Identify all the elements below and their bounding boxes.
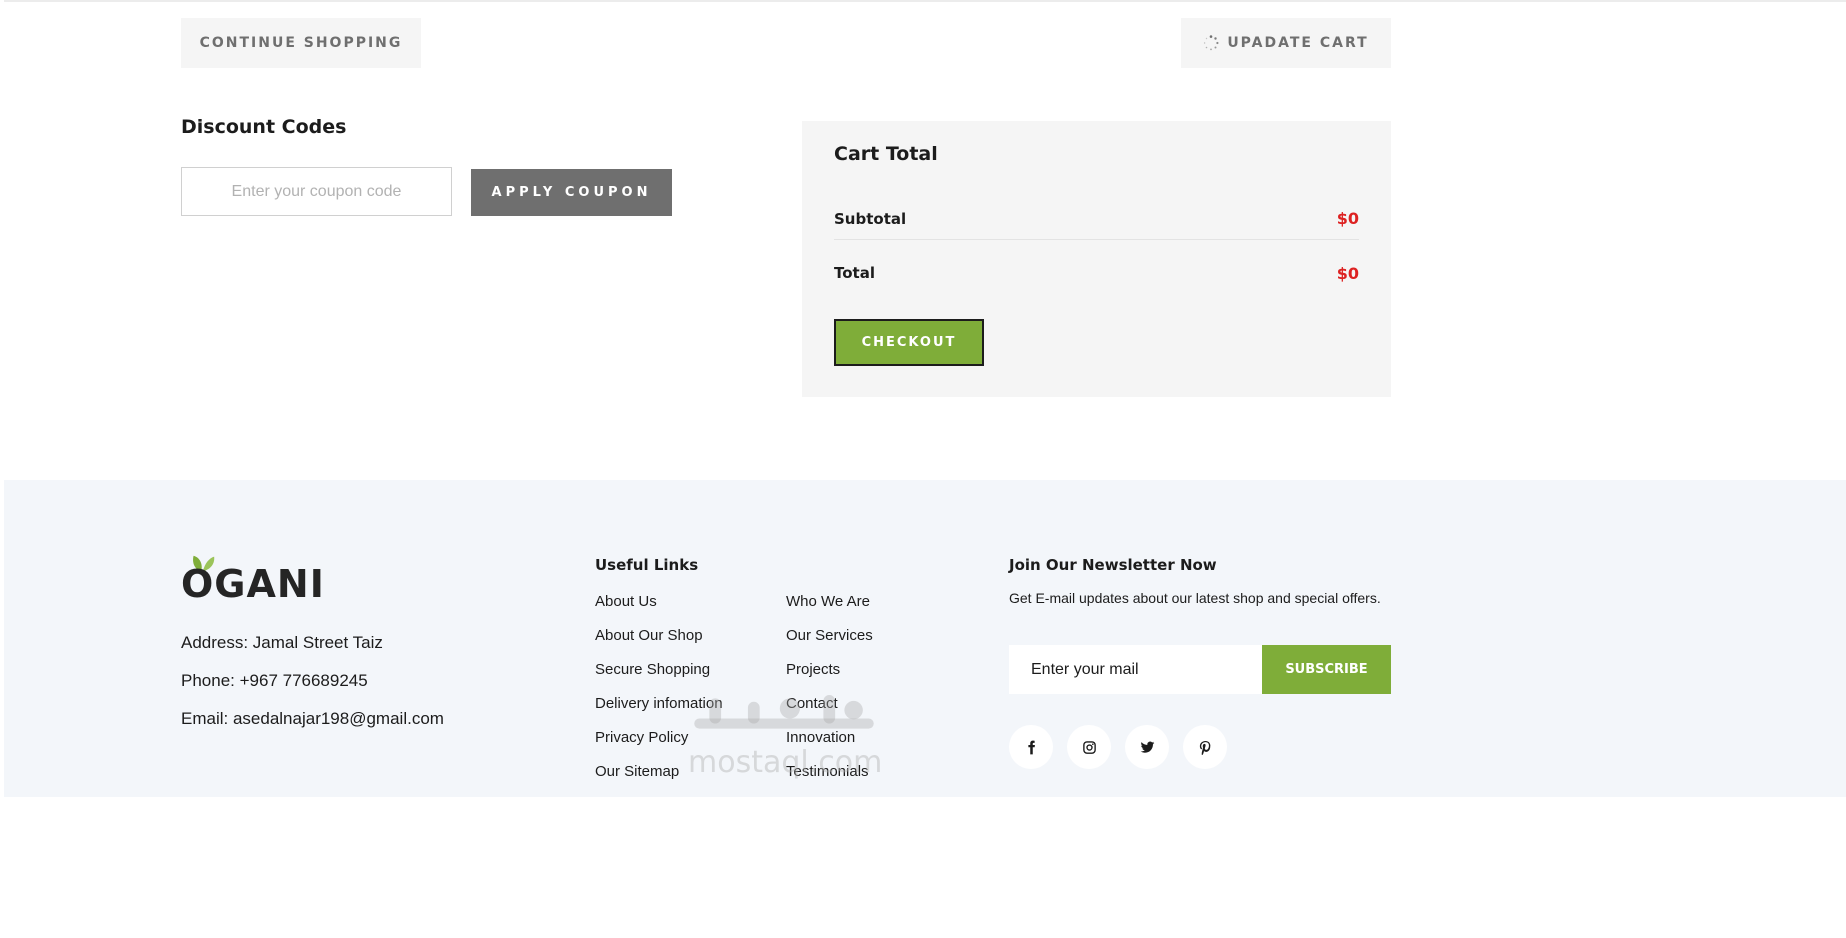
footer-link-our-services[interactable]: Our Services xyxy=(786,627,873,644)
newsletter-email-input[interactable] xyxy=(1009,645,1264,694)
total-value: $0 xyxy=(1336,263,1359,283)
newsletter-title: Join Our Newsletter Now xyxy=(1009,556,1217,574)
watermark-text: mostaql.com xyxy=(688,745,883,780)
discount-title: Discount Codes xyxy=(181,116,347,138)
subscribe-button[interactable]: SUBSCRIBE xyxy=(1262,645,1391,694)
footer-link-who-we-are[interactable]: Who We Are xyxy=(786,593,870,610)
subtotal-label: Subtotal xyxy=(834,209,907,228)
twitter-link[interactable] xyxy=(1125,725,1169,769)
page-frame: CONTINUE SHOPPING UPADATE CART Discount … xyxy=(4,0,1846,938)
footer-phone: Phone: +967 776689245 xyxy=(181,671,368,690)
cart-total-title: Cart Total xyxy=(834,143,938,165)
checkout-button[interactable]: CHECKOUT xyxy=(834,319,984,366)
footer-link-about-us[interactable]: About Us xyxy=(595,593,657,610)
footer-link-secure-shopping[interactable]: Secure Shopping xyxy=(595,661,710,678)
newsletter-text: Get E-mail updates about our latest shop… xyxy=(1009,590,1381,606)
footer-email: Email: asedalnajar198@gmail.com xyxy=(181,709,444,728)
instagram-link[interactable] xyxy=(1067,725,1111,769)
update-cart-button[interactable]: UPADATE CART xyxy=(1181,18,1391,68)
footer-link-projects[interactable]: Projects xyxy=(786,661,840,678)
useful-links-title: Useful Links xyxy=(595,556,699,574)
total-row: Total $0 xyxy=(834,256,1359,290)
subtotal-row: Subtotal $0 xyxy=(834,198,1359,240)
footer-link-sitemap[interactable]: Our Sitemap xyxy=(595,763,679,780)
spinner-icon xyxy=(1204,35,1219,51)
update-cart-label: UPADATE CART xyxy=(1227,35,1369,51)
ogani-logo[interactable]: OGANI xyxy=(181,552,324,606)
logo-text: OGANI xyxy=(181,562,325,606)
watermark-arabic-logo xyxy=(694,695,874,729)
total-label: Total xyxy=(834,264,875,282)
twitter-icon xyxy=(1140,741,1154,753)
footer-address: Address: Jamal Street Taiz xyxy=(181,633,383,652)
subtotal-value: $0 xyxy=(1336,209,1359,228)
facebook-link[interactable] xyxy=(1009,725,1053,769)
pinterest-icon xyxy=(1199,740,1210,755)
coupon-input[interactable] xyxy=(181,167,452,216)
footer-link-about-our-shop[interactable]: About Our Shop xyxy=(595,627,703,644)
apply-coupon-button[interactable]: APPLY COUPON xyxy=(471,169,672,216)
cart-total-panel: Cart Total Subtotal $0 Total $0 CHECKOUT xyxy=(802,121,1391,397)
footer-link-privacy[interactable]: Privacy Policy xyxy=(595,729,688,746)
facebook-icon xyxy=(1027,740,1035,754)
footer: OGANI Address: Jamal Street Taiz Phone: … xyxy=(4,480,1846,797)
continue-shopping-button[interactable]: CONTINUE SHOPPING xyxy=(181,18,421,68)
pinterest-link[interactable] xyxy=(1183,725,1227,769)
instagram-icon xyxy=(1082,740,1096,754)
